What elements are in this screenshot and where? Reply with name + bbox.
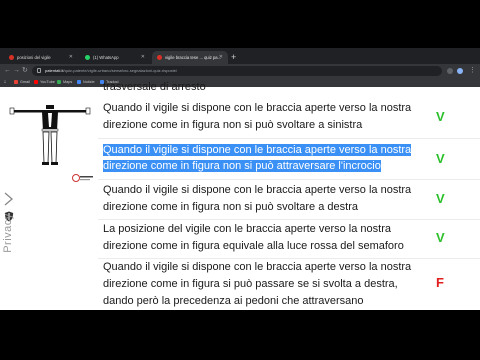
answer-4-badge: V bbox=[436, 230, 445, 245]
youtube-icon bbox=[34, 79, 38, 84]
gmail-icon bbox=[14, 79, 18, 84]
divider bbox=[98, 179, 480, 180]
reload-icon[interactable]: ↻ bbox=[22, 66, 28, 76]
tab-favicon bbox=[157, 55, 162, 60]
quiz-list: trasversale di arresto Quando il vigile … bbox=[98, 81, 480, 310]
question-3-line-2: direzione come in figura non si può svol… bbox=[103, 201, 358, 213]
tab-whatsapp[interactable]: (1) WhatsApp ✕ bbox=[80, 51, 150, 64]
page-nav-chevron-icon[interactable] bbox=[3, 191, 15, 207]
question-2-line-2: direzione come in figura non si può attr… bbox=[103, 159, 381, 174]
tab-label: (1) WhatsApp bbox=[93, 55, 119, 60]
browser-window: posizioni del vigile ✕ (1) WhatsApp ✕ vi… bbox=[0, 48, 480, 310]
selected-text: direzione come in figura non si può attr… bbox=[103, 160, 381, 172]
profile-avatar-icon[interactable] bbox=[457, 68, 463, 74]
web-page: Privacy trasversale di arresto Quando il… bbox=[0, 81, 480, 310]
tab-label: posizioni del vigile bbox=[17, 55, 51, 60]
tab-label: vigile braccia tese ... quiz pa... bbox=[165, 55, 222, 60]
selected-text: Quando il vigile si dispone con le bracc… bbox=[103, 144, 412, 156]
address-toolbar: ← → ↻ patentati.it/quiz-patente/vigile-u… bbox=[0, 64, 480, 78]
lock-icon bbox=[37, 68, 41, 73]
divider bbox=[98, 138, 480, 139]
answer-5-badge: F bbox=[436, 275, 444, 290]
answer-2-badge: V bbox=[436, 151, 445, 166]
divider bbox=[98, 219, 480, 220]
new-tab-button[interactable]: + bbox=[231, 51, 236, 64]
bookmark-apps-icon[interactable]: ⁞⁞ bbox=[4, 78, 6, 87]
question-3-line-1: Quando il vigile si dispone con le bracc… bbox=[103, 184, 412, 196]
site-logo bbox=[72, 174, 93, 182]
question-1-line-1: Quando il vigile si dispone con le bracc… bbox=[103, 102, 412, 114]
bookmark-maps[interactable]: Maps bbox=[57, 78, 72, 87]
video-frame: { "browser": { "tabs": [ {"label": "posi… bbox=[0, 0, 480, 360]
question-1-line-2: direzione come in figura non si può svol… bbox=[103, 119, 363, 131]
answer-1-badge: V bbox=[436, 109, 445, 124]
traffic-officer-figure-icon bbox=[9, 105, 91, 165]
whatsapp-favicon bbox=[85, 55, 90, 60]
bookmark-youtube[interactable]: YouTube bbox=[34, 78, 55, 87]
question-2-line-1: Quando il vigile si dispone con le bracc… bbox=[103, 143, 412, 158]
address-url: patentati.it/quiz-patente/vigile-urbano/… bbox=[45, 68, 178, 73]
bookmark-notizie[interactable]: Notizie bbox=[77, 78, 95, 87]
extensions-icon[interactable] bbox=[447, 68, 453, 74]
tab-quiz-active[interactable]: vigile braccia tese ... quiz pa... ✕ bbox=[152, 51, 228, 64]
divider bbox=[98, 258, 480, 259]
forward-icon[interactable]: → bbox=[13, 66, 20, 76]
privacy-label: Privacy bbox=[1, 213, 14, 253]
question-4-line-1: La posizione del vigile con le braccia a… bbox=[103, 223, 391, 235]
close-tab-icon[interactable]: ✕ bbox=[141, 51, 145, 64]
question-4-line-2: direzione come in figura equivale alla l… bbox=[103, 240, 404, 252]
privacy-badge[interactable]: Privacy bbox=[2, 211, 16, 261]
question-text-partial: trasversale di arresto bbox=[103, 81, 206, 93]
close-tab-icon[interactable]: ✕ bbox=[219, 51, 223, 64]
tab-posizioni-vigile[interactable]: posizioni del vigile ✕ bbox=[4, 51, 78, 64]
tab-bar: posizioni del vigile ✕ (1) WhatsApp ✕ vi… bbox=[0, 48, 480, 64]
news-icon bbox=[77, 79, 81, 84]
bookmark-gmail[interactable]: Gmail bbox=[14, 78, 30, 87]
maps-icon bbox=[57, 79, 61, 84]
address-bar[interactable]: patentati.it/quiz-patente/vigile-urbano/… bbox=[32, 66, 442, 76]
sidebar: Privacy bbox=[0, 87, 98, 310]
tab-favicon bbox=[9, 55, 14, 60]
question-5-line-1: Quando il vigile si dispone con le bracc… bbox=[103, 261, 412, 273]
close-tab-icon[interactable]: ✕ bbox=[69, 51, 73, 64]
answer-3-badge: V bbox=[436, 191, 445, 206]
question-5-line-2: direzione come in figura si può passare … bbox=[103, 278, 398, 290]
back-icon[interactable]: ← bbox=[4, 66, 11, 76]
menu-icon[interactable]: ⋮ bbox=[469, 66, 476, 76]
question-5-line-3: dando però la precedenza ai pedoni che a… bbox=[103, 295, 364, 307]
